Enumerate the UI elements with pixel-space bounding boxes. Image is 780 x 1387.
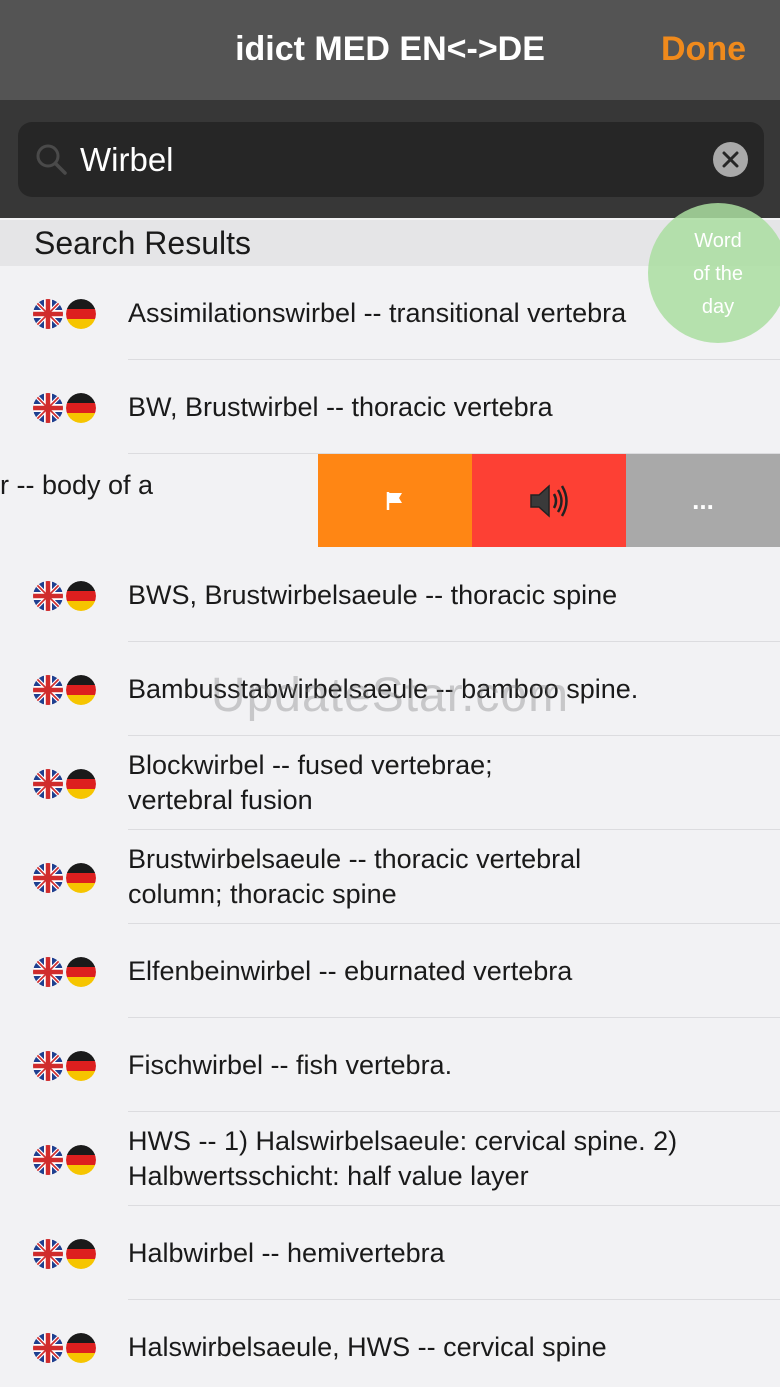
close-icon (722, 151, 739, 168)
result-row[interactable]: Fischwirbel -- fish vertebra. (0, 1018, 780, 1112)
uk-flag-icon (33, 1051, 63, 1081)
result-row[interactable]: Brustwirbelsaeule -- thoracic vertebral … (0, 830, 780, 924)
de-flag-icon (66, 1333, 96, 1363)
language-flags-icon (33, 1239, 97, 1269)
de-flag-icon (66, 1239, 96, 1269)
flag-action-button[interactable] (318, 454, 472, 547)
swiped-result-row[interactable]: r -- body of a ... (0, 454, 780, 548)
de-flag-icon (66, 299, 96, 329)
language-flags-icon (33, 1051, 97, 1081)
uk-flag-icon (33, 1239, 63, 1269)
result-row[interactable]: BWS, Brustwirbelsaeule -- thoracic spine (0, 548, 780, 642)
language-flags-icon (33, 863, 97, 893)
uk-flag-icon (33, 957, 63, 987)
speak-action-button[interactable] (472, 454, 626, 547)
de-flag-icon (66, 769, 96, 799)
de-flag-icon (66, 1145, 96, 1175)
result-row[interactable]: Halbwirbel -- hemivertebra (0, 1206, 780, 1300)
result-text: Brustwirbelsaeule -- thoracic vertebral … (128, 844, 582, 909)
language-flags-icon (33, 393, 97, 423)
de-flag-icon (66, 863, 96, 893)
language-flags-icon (33, 957, 97, 987)
language-flags-icon (33, 299, 97, 329)
result-row[interactable]: Blockwirbel -- fused vertebrae; vertebra… (0, 736, 780, 830)
de-flag-icon (66, 1051, 96, 1081)
more-action-button[interactable]: ... (626, 454, 780, 547)
word-of-the-day-label: of the (692, 263, 744, 285)
result-row[interactable]: Elfenbeinwirbel -- eburnated vertebra (0, 924, 780, 1018)
language-flags-icon (33, 581, 97, 611)
result-text: Fischwirbel -- fish vertebra. (128, 1049, 453, 1080)
flag-icon (386, 491, 402, 510)
uk-flag-icon (33, 863, 63, 893)
uk-flag-icon (33, 1145, 63, 1175)
done-button[interactable]: Done (661, 30, 746, 69)
uk-flag-icon (33, 393, 63, 423)
word-of-the-day-label: Word (694, 230, 742, 252)
uk-flag-icon (33, 299, 63, 329)
section-title: Search Results (34, 225, 251, 261)
result-text: BW, Brustwirbel -- thoracic vertebra (128, 391, 553, 422)
swiped-row-text: r -- body of a (0, 470, 154, 500)
uk-flag-icon (33, 1333, 63, 1363)
search-box[interactable] (18, 122, 764, 197)
uk-flag-icon (33, 769, 63, 799)
de-flag-icon (66, 957, 96, 987)
search-input[interactable] (80, 122, 700, 197)
uk-flag-icon (33, 581, 63, 611)
watermark: UpdateStar.com (210, 669, 570, 722)
result-row[interactable]: BW, Brustwirbel -- thoracic vertebra (0, 360, 780, 454)
word-of-the-day-button[interactable]: Word of the day (648, 203, 780, 343)
result-text: BWS, Brustwirbelsaeule -- thoracic spine (128, 579, 618, 610)
result-text: Halbwirbel -- hemivertebra (128, 1237, 445, 1268)
language-flags-icon (33, 1333, 97, 1363)
language-flags-icon (33, 1145, 97, 1175)
result-row[interactable]: Halswirbelsaeule, HWS -- cervical spine (0, 1300, 780, 1387)
search-bar-area (0, 100, 780, 218)
result-text: Blockwirbel -- fused vertebrae; vertebra… (128, 750, 493, 815)
navigation-bar: idict MED EN<->DE Done (0, 0, 780, 100)
result-text: Halswirbelsaeule, HWS -- cervical spine (128, 1331, 607, 1362)
result-text: Elfenbeinwirbel -- eburnated vertebra (128, 955, 573, 986)
result-text: HWS -- 1) Halswirbelsaeule: cervical spi… (128, 1126, 678, 1191)
search-icon (36, 144, 67, 175)
clear-search-button[interactable] (713, 142, 748, 177)
result-row[interactable]: HWS -- 1) Halswirbelsaeule: cervical spi… (0, 1112, 780, 1206)
de-flag-icon (66, 393, 96, 423)
language-flags-icon (33, 769, 97, 799)
word-of-the-day-label: day (701, 296, 735, 318)
speaker-icon (530, 483, 568, 518)
de-flag-icon (66, 581, 96, 611)
